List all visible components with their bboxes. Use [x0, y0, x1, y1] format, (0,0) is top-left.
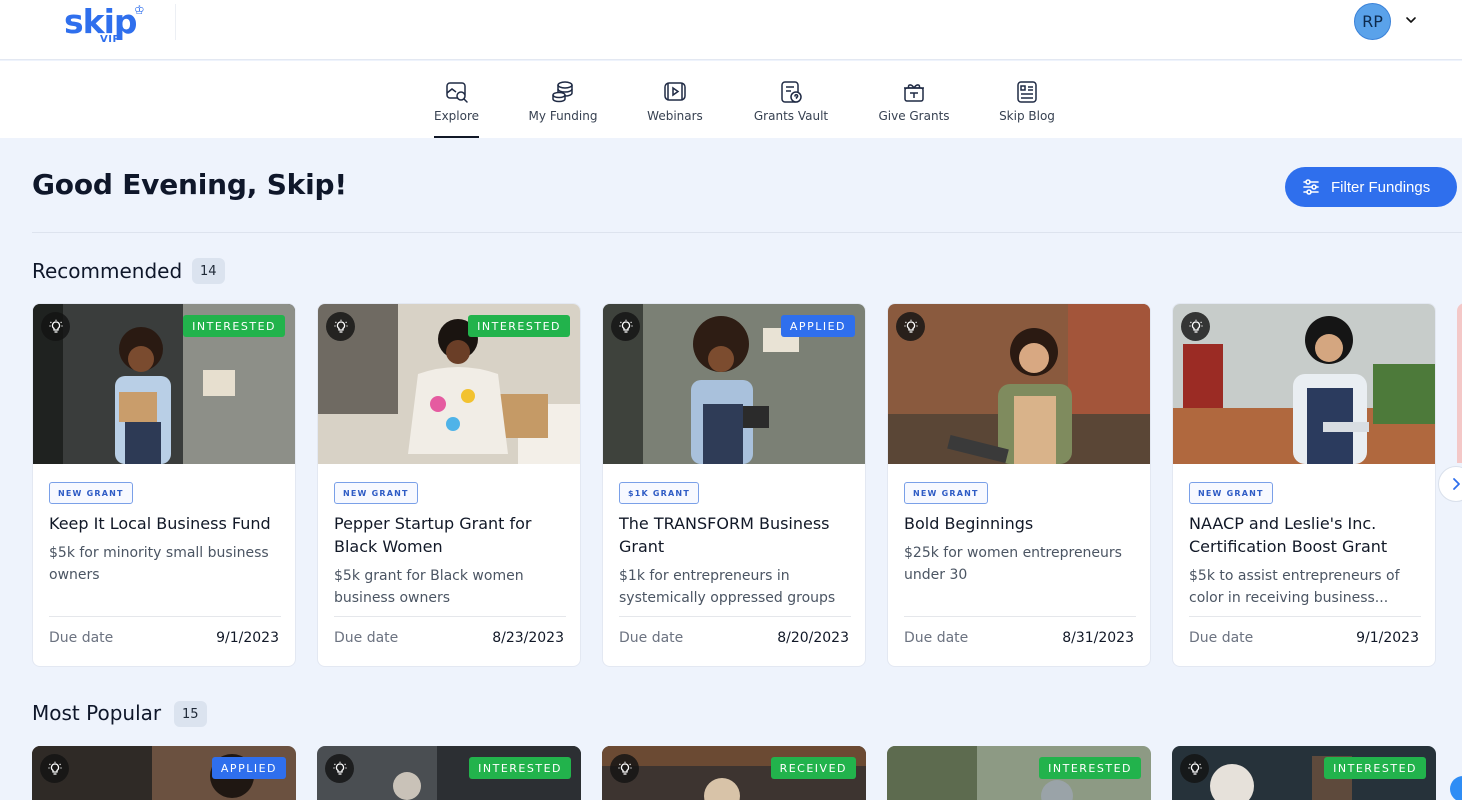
due-date-value: 9/1/2023: [216, 630, 279, 646]
skip-vip-logo[interactable]: skip ♔ VIP: [64, 3, 156, 48]
grant-card[interactable]: RECEIVED: [602, 746, 866, 800]
status-badge: INTERESTED: [469, 757, 571, 779]
tab-explore-label: Explore: [433, 109, 480, 123]
card-divider: [904, 616, 1136, 617]
status-badge: APPLIED: [780, 315, 855, 337]
status-badge: INTERESTED: [1324, 757, 1426, 779]
status-badge: INTERESTED: [468, 315, 570, 337]
vault-icon: [781, 81, 802, 103]
tab-explore[interactable]: Explore: [434, 61, 479, 138]
status-badge: RECEIVED: [770, 757, 856, 779]
grant-title: Keep It Local Business Fund: [49, 514, 271, 533]
top-bar: skip ♔ VIP RP: [0, 0, 1462, 60]
grant-card[interactable]: INTERESTED: [317, 746, 581, 800]
status-badge: APPLIED: [211, 757, 286, 779]
due-date-value: 8/31/2023: [1062, 630, 1134, 646]
lightbulb-icon[interactable]: [326, 312, 355, 341]
active-tab-indicator: [434, 136, 479, 138]
recommended-count-badge: 14: [192, 258, 225, 284]
grant-card[interactable]: INTERESTED: [887, 746, 1151, 800]
chat-launcher-button[interactable]: [1450, 776, 1462, 800]
card-divider: [619, 616, 851, 617]
grant-card[interactable]: APPLIED: [32, 746, 296, 800]
logo-vip-label: VIP: [100, 34, 121, 45]
grant-title: Pepper Startup Grant for Black Women: [334, 514, 532, 556]
grant-description: $1k for entrepreneurs in systemically op…: [619, 568, 836, 606]
avatar[interactable]: RP: [1354, 3, 1391, 40]
main-nav: Explore My Funding Webinars Grants Vault…: [0, 61, 1462, 138]
chevron-right-icon: [1453, 478, 1460, 490]
grant-card[interactable]: INTERESTED NEW GRANT Pepper Startup Gran…: [317, 303, 581, 667]
grant-title: Bold Beginnings: [904, 514, 1034, 533]
tab-give-grants[interactable]: Give Grants: [878, 61, 950, 138]
due-date-label: Due date: [49, 630, 114, 646]
gift-icon: [904, 84, 924, 102]
grant-tag: NEW GRANT: [1189, 482, 1273, 504]
lightbulb-icon[interactable]: [41, 312, 70, 341]
tab-webinars-label: Webinars: [647, 109, 703, 123]
lightbulb-icon[interactable]: [896, 312, 925, 341]
grant-description: $5k for minority small business owners: [49, 545, 269, 583]
grant-tag: $1K GRANT: [619, 482, 699, 504]
logo-divider: [175, 4, 176, 40]
chevron-down-icon[interactable]: [1403, 12, 1419, 28]
blog-icon: [1017, 81, 1037, 103]
grant-description: $5k grant for Black women business owner…: [334, 568, 524, 606]
grant-card[interactable]: APPLIED $1K GRANT The TRANSFORM Business…: [602, 303, 866, 667]
lightbulb-icon[interactable]: [610, 754, 639, 783]
crown-icon: ♔: [134, 3, 145, 17]
lightbulb-icon[interactable]: [1181, 312, 1210, 341]
coins-icon: [552, 81, 573, 103]
grant-title: The TRANSFORM Business Grant: [619, 514, 830, 556]
grant-tag: NEW GRANT: [49, 482, 133, 504]
video-icon: [664, 82, 686, 101]
grant-tag: NEW GRANT: [904, 482, 988, 504]
card-divider: [49, 616, 281, 617]
lightbulb-icon[interactable]: [611, 312, 640, 341]
grant-card[interactable]: INTERESTED: [1172, 746, 1436, 800]
status-badge: INTERESTED: [1039, 757, 1141, 779]
tab-my-funding-label: My Funding: [528, 109, 598, 123]
grant-photo: [888, 304, 1150, 464]
grant-photo: [1173, 304, 1435, 464]
due-date-label: Due date: [619, 630, 684, 646]
due-date-label: Due date: [1189, 630, 1254, 646]
filter-fundings-button[interactable]: Filter Fundings: [1285, 167, 1457, 207]
lightbulb-icon[interactable]: [40, 754, 69, 783]
section-title-most-popular: Most Popular: [32, 701, 162, 725]
explore-icon: [445, 82, 468, 103]
grant-tag: NEW GRANT: [334, 482, 418, 504]
lightbulb-icon[interactable]: [1180, 754, 1209, 783]
due-date-value: 8/23/2023: [492, 630, 564, 646]
section-title-recommended: Recommended: [32, 259, 183, 283]
tab-grants-vault[interactable]: Grants Vault: [752, 61, 830, 138]
due-date-label: Due date: [904, 630, 969, 646]
grant-description: $5k to assist entrepreneurs of color in …: [1189, 568, 1400, 606]
tab-my-funding[interactable]: My Funding: [528, 61, 598, 138]
grant-description: $25k for women entrepreneurs under 30: [904, 545, 1122, 583]
grant-title: NAACP and Leslie's Inc. Certification Bo…: [1189, 514, 1388, 556]
tab-grants-vault-label: Grants Vault: [753, 109, 829, 123]
filter-fundings-label: Filter Fundings: [1331, 178, 1431, 196]
page-title: Good Evening, Skip!: [32, 168, 347, 201]
tab-give-grants-label: Give Grants: [878, 109, 950, 123]
grant-card[interactable]: INTERESTED NEW GRANT Keep It Local Busin…: [32, 303, 296, 667]
most-popular-count-badge: 15: [174, 701, 207, 727]
divider: [32, 232, 1462, 233]
grant-card[interactable]: NEW GRANT NAACP and Leslie's Inc. Certif…: [1172, 303, 1436, 667]
lightbulb-icon[interactable]: [325, 754, 354, 783]
carousel-next-button[interactable]: [1438, 466, 1462, 502]
next-card-peek: [1457, 303, 1462, 463]
card-divider: [334, 616, 566, 617]
grant-card[interactable]: NEW GRANT Bold Beginnings $25k for women…: [887, 303, 1151, 667]
tab-webinars[interactable]: Webinars: [646, 61, 704, 138]
due-date-value: 8/20/2023: [777, 630, 849, 646]
card-divider: [1189, 616, 1421, 617]
tab-skip-blog[interactable]: Skip Blog: [999, 61, 1055, 138]
tab-skip-blog-label: Skip Blog: [999, 109, 1055, 123]
sliders-icon: [1303, 179, 1319, 195]
due-date-label: Due date: [334, 630, 399, 646]
due-date-value: 9/1/2023: [1356, 630, 1419, 646]
status-badge: INTERESTED: [183, 315, 285, 337]
